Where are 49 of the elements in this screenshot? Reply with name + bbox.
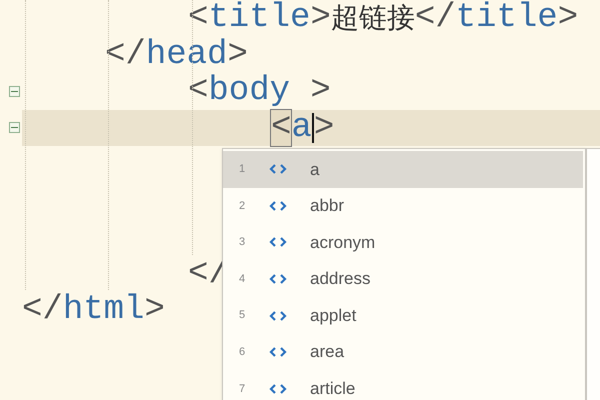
code-tag-icon [269, 310, 287, 322]
suggestion-item[interactable]: 3 acronym [223, 224, 583, 261]
suggestion-label: abbr [310, 195, 344, 218]
suggestion-label: article [310, 378, 356, 400]
suggestion-item[interactable]: 6 area [223, 334, 583, 370]
tag-name: title [456, 0, 558, 36]
fold-toggle[interactable] [9, 86, 20, 97]
code-punctuation: < [188, 73, 208, 110]
suggestion-label: area [310, 341, 344, 364]
code-tag-icon [269, 236, 287, 248]
suggestion-item[interactable]: 5 applet [223, 297, 583, 334]
code-tag-icon [269, 200, 287, 212]
code-punctuation: < [188, 0, 208, 36]
code-tag-icon [269, 273, 287, 286]
suggestion-item[interactable]: 7 article [223, 370, 583, 400]
suggestion-item[interactable]: 4 address [223, 260, 583, 298]
tag-name: head [146, 36, 228, 73]
tag-name: a [291, 110, 312, 146]
item-number: 3 [239, 235, 246, 250]
item-number: 5 [239, 308, 246, 324]
code-punctuation: > [144, 292, 165, 328]
suggestion-label: a [310, 158, 320, 181]
code-punctuation: > [227, 36, 248, 73]
code-punctuation: </ [22, 292, 63, 328]
code-punctuation: > [309, 73, 331, 110]
bracket-match: < [271, 110, 292, 146]
code-punctuation: </ [105, 36, 146, 73]
suggestion-item[interactable]: 2 abbr [223, 188, 583, 224]
code-punctuation: > [310, 0, 331, 36]
code-punctuation: > [314, 110, 334, 146]
suggestion-label: address [310, 268, 370, 290]
suggestion-label: applet [310, 304, 356, 327]
tag-name: title [208, 0, 310, 36]
suggestion-label: acronym [310, 232, 376, 254]
suggestion-item[interactable]: 1 a [223, 151, 583, 188]
item-number: 4 [239, 272, 246, 287]
code-punctuation: > [558, 0, 578, 36]
item-number: 7 [239, 382, 246, 396]
item-number: 2 [239, 198, 246, 214]
code-text: 超链接 [330, 0, 415, 36]
fold-toggle[interactable] [9, 122, 20, 134]
tag-name: body [208, 73, 290, 110]
tag-name: html [62, 292, 144, 328]
code-tag-icon [269, 163, 287, 176]
code-punctuation: </ [414, 0, 456, 36]
code-tag-icon [269, 382, 287, 395]
item-number: 1 [239, 162, 246, 178]
code-tag-icon [269, 346, 287, 358]
item-number: 6 [239, 344, 246, 360]
